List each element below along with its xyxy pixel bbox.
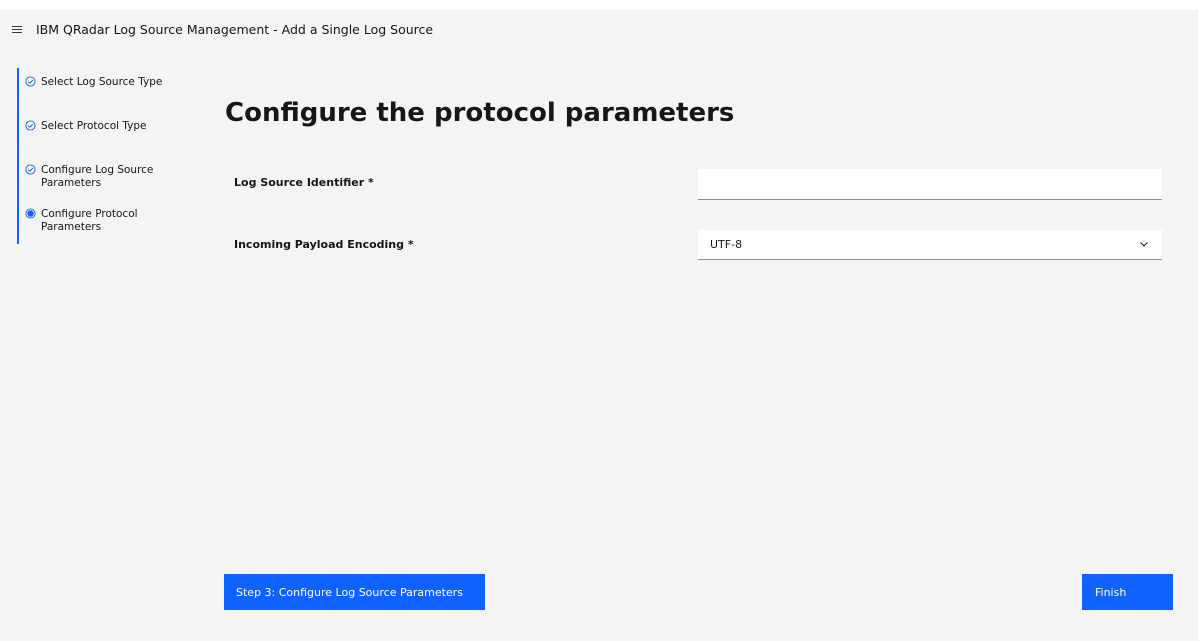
checkmark-outline-icon [25, 76, 36, 87]
step-label: Configure Protocol Parameters [41, 208, 138, 233]
chevron-down-icon [1140, 242, 1148, 247]
app-window: IBM QRadar Log Source Management - Add a… [0, 10, 1198, 641]
checkmark-outline-icon [25, 120, 36, 131]
log-source-identifier-label: Log Source Identifier * [234, 176, 374, 189]
finish-button[interactable]: Finish [1082, 574, 1173, 610]
selected-encoding: UTF-8 [710, 238, 743, 251]
progress-indicator: Select Log Source Type Select Protocol T… [17, 68, 197, 244]
app-title: IBM QRadar Log Source Management - Add a… [36, 22, 434, 37]
page-title: Configure the protocol parameters [225, 98, 735, 128]
log-source-identifier-input[interactable] [698, 169, 1162, 200]
checkmark-outline-icon [25, 164, 36, 175]
hamburger-menu-icon[interactable] [12, 26, 22, 35]
step-label: Select Log Source Type [41, 76, 163, 88]
back-step-button[interactable]: Step 3: Configure Log Source Parameters [224, 574, 485, 610]
app-header: IBM QRadar Log Source Management - Add a… [0, 10, 1198, 50]
incoming-payload-encoding-select[interactable]: UTF-8 [698, 230, 1162, 260]
incoming-payload-encoding-label: Incoming Payload Encoding * [234, 238, 414, 251]
radio-filled-icon [25, 208, 36, 219]
step-label: Select Protocol Type [41, 120, 147, 132]
step-label: Configure Log Source Parameters [41, 164, 154, 189]
